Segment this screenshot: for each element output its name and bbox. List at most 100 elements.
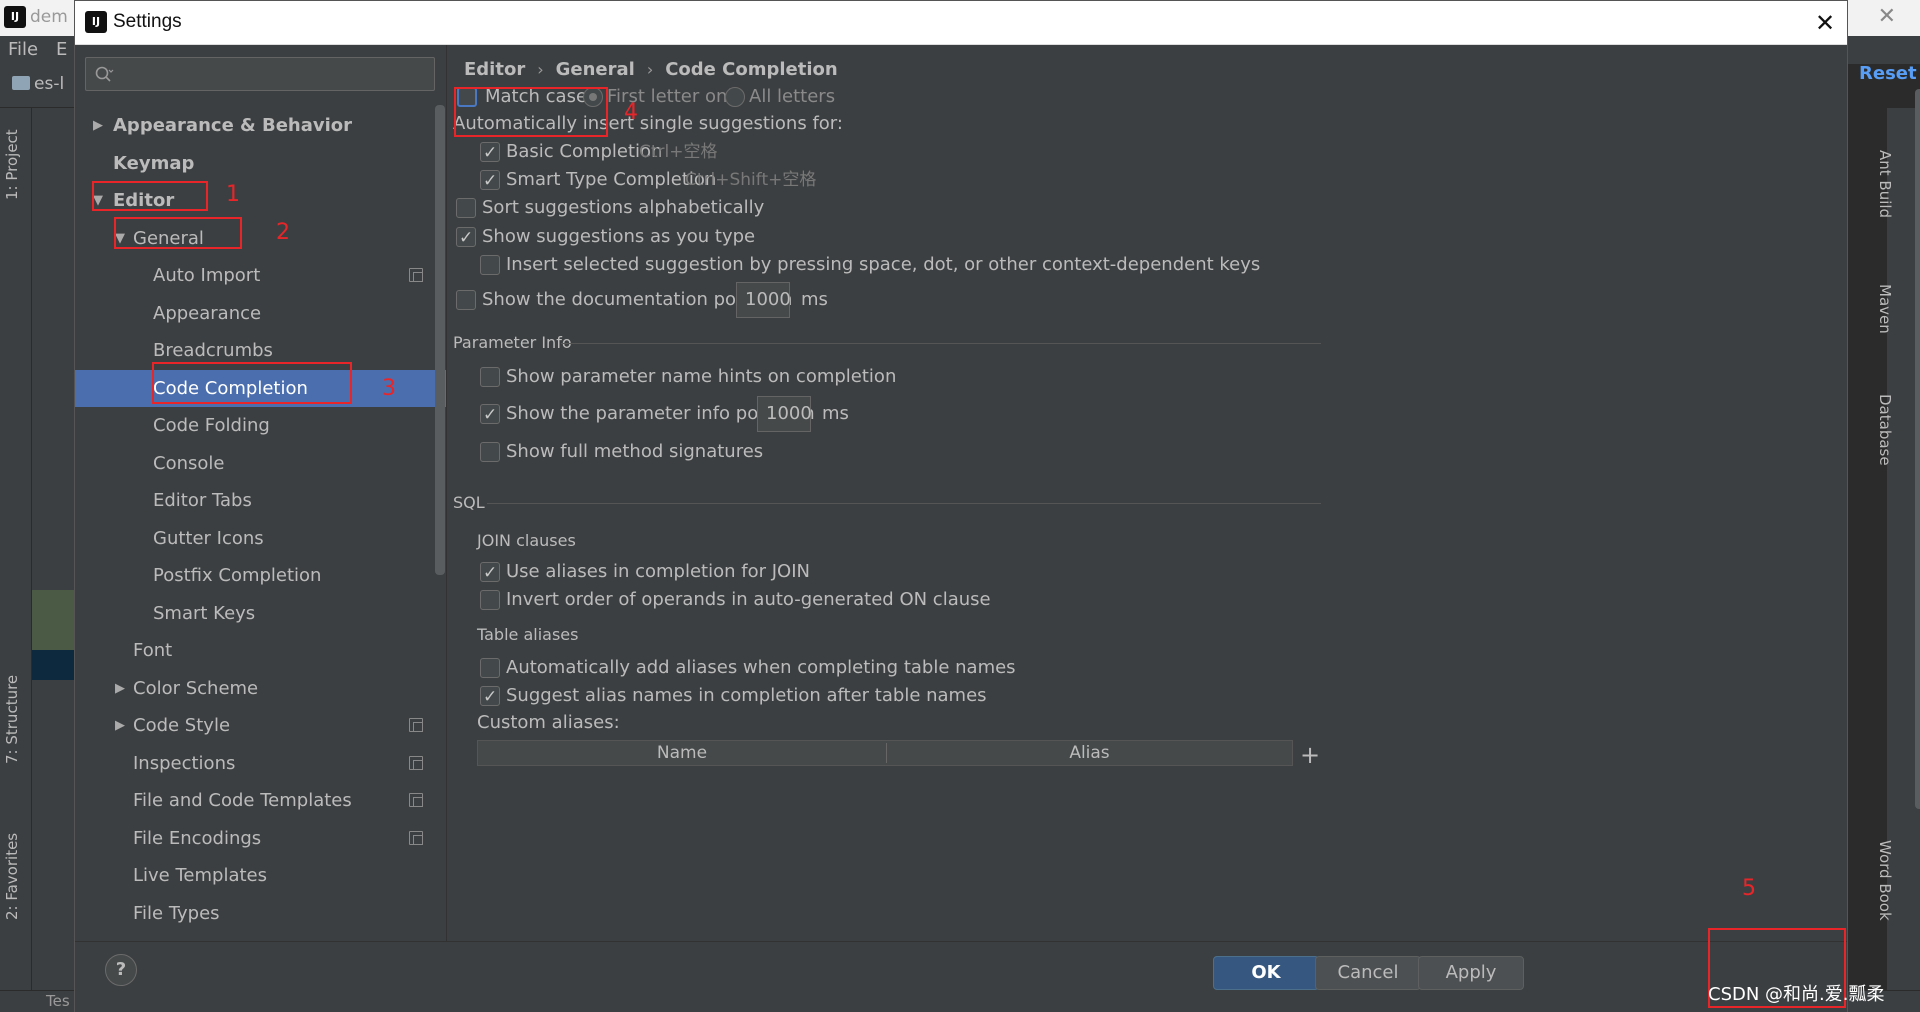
tree-item-label: Inspections <box>133 752 236 774</box>
use-aliases-checkbox[interactable] <box>480 559 500 587</box>
breadcrumb-separator: › <box>646 60 654 79</box>
ide-menubar: File E <box>0 36 74 64</box>
breadcrumb: Editor › General › Code Completion <box>464 59 838 80</box>
column-name[interactable]: Name <box>478 741 886 765</box>
full-signatures-checkbox[interactable] <box>480 442 500 462</box>
suggest-alias-checkbox[interactable] <box>480 683 500 711</box>
sort-alpha-checkbox[interactable] <box>456 198 476 218</box>
settings-search-input[interactable] <box>85 57 435 91</box>
add-alias-icon[interactable]: + <box>1297 742 1323 768</box>
tree-item-file-types[interactable]: File Types <box>75 895 446 932</box>
settings-tree-panel: ▶ Appearance & Behavior Keymap ▼ Editor ▼ Gene… <box>75 45 447 941</box>
tree-item-smart-keys[interactable]: Smart Keys <box>75 595 446 632</box>
tree-item-label: Color Scheme <box>133 677 259 699</box>
tree-item-keymap[interactable]: Keymap <box>75 145 446 182</box>
tree-item-file-and-code-templates[interactable]: File and Code Templates <box>75 782 446 819</box>
custom-aliases-label: Custom aliases: <box>477 712 620 733</box>
project-scope-icon <box>409 268 423 282</box>
collapsed-arrow-icon[interactable]: ▶ <box>115 707 125 744</box>
tree-item-gutter-icons[interactable]: Gutter Icons <box>75 520 446 557</box>
column-alias[interactable]: Alias <box>887 741 1292 765</box>
tool-tab-ant-build[interactable]: Ant Build <box>1876 150 1894 218</box>
show-as-type-label: Show suggestions as you type <box>482 226 756 247</box>
apply-button[interactable]: Apply <box>1418 956 1524 990</box>
collapsed-arrow-icon[interactable]: ▶ <box>115 670 125 707</box>
doc-popup-row: Show the documentation popup in 1000 ms <box>456 282 856 318</box>
insert-selected-checkbox[interactable] <box>480 255 500 275</box>
all-letters-radio[interactable] <box>725 87 745 107</box>
param-name-hints-checkbox[interactable] <box>480 367 500 387</box>
tree-item-label: File Types <box>133 902 220 924</box>
annotation-box-match-case <box>454 87 608 137</box>
tree-item-label: Editor Tabs <box>153 490 252 511</box>
ide-navbar: es-l <box>0 64 74 108</box>
breadcrumb-general: General <box>555 59 635 80</box>
reset-link[interactable]: Reset <box>1859 63 1917 84</box>
param-name-hints-label: Show parameter name hints on completion <box>506 366 897 387</box>
tree-item-code-folding[interactable]: Code Folding <box>75 407 446 444</box>
insert-selected-label: Insert selected suggestion by pressing s… <box>506 254 1261 275</box>
status-message: Tes <box>46 992 70 1010</box>
all-letters-label: All letters <box>749 86 836 107</box>
content-scrollbar[interactable] <box>1915 89 1920 809</box>
tree-item-appearance-behavior[interactable]: ▶ Appearance & Behavior <box>75 107 446 144</box>
basic-completion-checkbox[interactable] <box>480 139 500 167</box>
tool-tab-word-book[interactable]: Word Book <box>1876 840 1894 921</box>
ide-close-icon[interactable]: ✕ <box>1878 4 1896 29</box>
tree-item-label: Smart Keys <box>153 602 256 624</box>
annotation-number: 2 <box>276 220 290 245</box>
tool-tab-maven[interactable]: Maven <box>1876 284 1894 334</box>
cancel-button[interactable]: Cancel <box>1315 956 1421 990</box>
tree-item-label: Gutter Icons <box>153 527 264 549</box>
tree-item-auto-import[interactable]: Auto Import <box>75 257 446 294</box>
invert-order-label: Invert order of operands in auto-generat… <box>506 589 991 610</box>
dialog-title: Settings <box>113 11 182 32</box>
param-info-popup-row: Show the parameter info popup in 1000 ms <box>480 396 880 432</box>
tool-tab-database[interactable]: Database <box>1876 394 1894 466</box>
auto-add-aliases-checkbox[interactable] <box>480 658 500 678</box>
menu-edit[interactable]: E <box>56 39 67 60</box>
breadcrumb-editor: Editor <box>464 59 526 80</box>
tree-item-appearance[interactable]: Appearance <box>75 295 446 332</box>
invert-order-checkbox[interactable] <box>480 590 500 610</box>
tree-item-label: Keymap <box>113 152 195 174</box>
smart-completion-checkbox[interactable] <box>480 167 500 195</box>
project-breadcrumb[interactable]: es-l <box>34 74 64 94</box>
tool-tab-structure[interactable]: 7: Structure <box>3 675 21 764</box>
project-scope-icon <box>409 755 423 770</box>
tool-tab-favorites[interactable]: 2: Favorites <box>3 833 21 920</box>
tree-item-live-templates[interactable]: Live Templates <box>75 857 446 894</box>
tree-item-label: Console <box>153 452 225 474</box>
smart-completion-shortcut: Ctrl+Shift+空格 <box>685 170 817 190</box>
param-info-unit: ms <box>822 403 849 424</box>
ok-button[interactable]: OK <box>1213 956 1319 990</box>
dialog-titlebar: IJ Settings ✕ <box>75 1 1847 45</box>
param-info-popup-checkbox[interactable] <box>480 401 500 429</box>
menu-file[interactable]: File <box>8 39 38 60</box>
doc-popup-checkbox[interactable] <box>456 290 476 310</box>
parameter-info-title: Parameter Info <box>453 333 572 352</box>
csdn-watermark: CSDN @和尚.爱.瓢柔 <box>1708 984 1885 1005</box>
tree-item-color-scheme[interactable]: ▶ Color Scheme <box>75 670 446 707</box>
doc-popup-delay-field[interactable]: 1000 <box>736 282 791 318</box>
tree-scrollbar[interactable] <box>435 105 445 575</box>
show-as-type-checkbox[interactable] <box>456 224 476 252</box>
section-divider <box>561 343 1321 344</box>
tree-item-label: Appearance & Behavior <box>113 115 353 136</box>
close-icon[interactable]: ✕ <box>1809 7 1841 39</box>
ide-window-title: dem <box>30 7 68 27</box>
tree-item-inspections[interactable]: Inspections <box>75 745 446 782</box>
tree-item-console[interactable]: Console <box>75 445 446 482</box>
tree-item-postfix-completion[interactable]: Postfix Completion <box>75 557 446 594</box>
project-scope-icon <box>409 718 423 732</box>
tree-item-editor-tabs[interactable]: Editor Tabs <box>75 482 446 519</box>
tree-item-code-style[interactable]: ▶ Code Style <box>75 707 446 744</box>
tree-item-font[interactable]: Font <box>75 632 446 669</box>
tool-tab-project[interactable]: 1: Project <box>3 129 21 200</box>
help-button[interactable]: ? <box>105 954 137 986</box>
collapsed-arrow-icon[interactable]: ▶ <box>93 107 103 144</box>
param-info-delay-field[interactable]: 1000 <box>757 396 812 432</box>
settings-content: Editor › General › Code Completion Reset Mat… <box>447 45 1920 941</box>
ide-tree-selection <box>32 650 74 680</box>
tree-item-file-encodings[interactable]: File Encodings <box>75 820 446 857</box>
